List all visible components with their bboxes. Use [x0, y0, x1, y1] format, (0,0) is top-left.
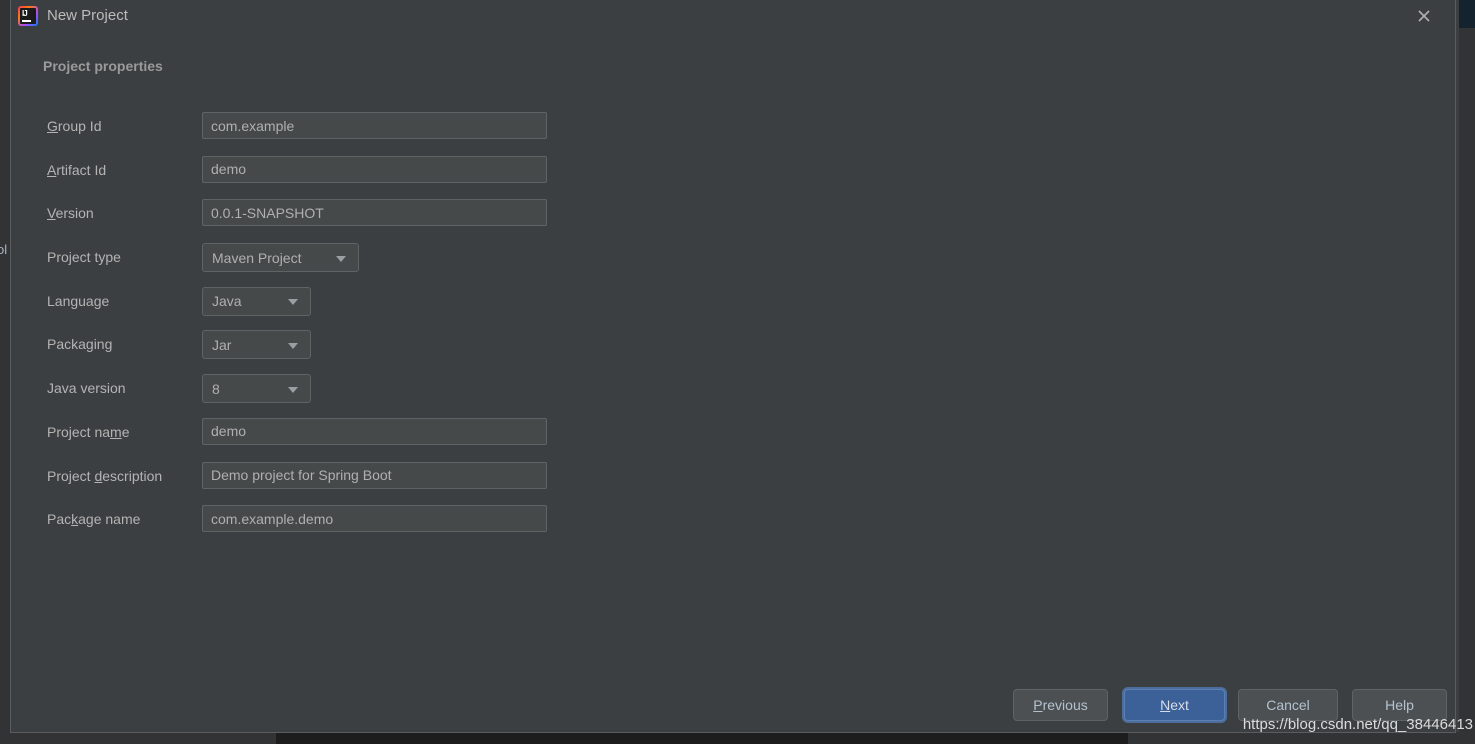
- form-row-project-name: Project name: [11, 417, 1455, 462]
- form-row-group-id: Group Id: [11, 112, 1455, 156]
- field-wrap-java-version: 8: [202, 374, 311, 404]
- label-java-version: Java version: [47, 380, 126, 397]
- form-row-packaging: Packaging Jar: [11, 330, 1455, 374]
- field-wrap-version: [202, 199, 547, 227]
- watermark-text: https://blog.csdn.net/qq_38446413: [1242, 716, 1473, 733]
- close-icon[interactable]: [1413, 5, 1435, 27]
- intellij-idea-logo-icon: IJ: [18, 6, 38, 26]
- next-button[interactable]: Next: [1124, 689, 1225, 721]
- project-properties-form: Group Id Artifact Id Version Project type Ma…: [11, 112, 1455, 549]
- page-title: Project properties: [43, 58, 163, 74]
- field-wrap-project-type: Maven Project: [202, 243, 359, 273]
- field-wrap-group-id: [202, 112, 547, 139]
- previous-button[interactable]: Previous: [1013, 689, 1108, 721]
- project-type-dropdown[interactable]: Maven Project: [202, 243, 359, 273]
- chevron-down-icon: [288, 299, 298, 306]
- language-value: Java: [212, 293, 242, 310]
- project-type-value: Maven Project: [212, 249, 302, 266]
- field-wrap-artifact-id: [202, 155, 547, 183]
- form-row-version: Version: [11, 199, 1455, 243]
- background-left-strip: [0, 0, 10, 744]
- label-project-type: Project type: [47, 249, 121, 266]
- group-id-input[interactable]: [202, 112, 547, 139]
- field-wrap-project-name: [202, 417, 547, 445]
- new-project-dialog: IJ New Project Project properties Group …: [10, 0, 1456, 733]
- form-row-java-version: Java version 8: [11, 374, 1455, 418]
- form-row-package-name: Package name: [11, 505, 1455, 549]
- chevron-down-icon: [336, 255, 346, 262]
- language-dropdown[interactable]: Java: [202, 286, 311, 316]
- field-wrap-project-description: [202, 461, 547, 489]
- label-package-name: Package name: [47, 511, 141, 528]
- label-project-name: Project name: [47, 423, 130, 440]
- project-name-input[interactable]: [202, 417, 547, 445]
- background-bottom-dark-region: [276, 732, 1128, 744]
- artifact-id-input[interactable]: [202, 155, 547, 183]
- field-wrap-package-name: [202, 505, 547, 533]
- form-row-project-description: Project description: [11, 461, 1455, 506]
- label-artifact-id: Artifact Id: [47, 161, 107, 178]
- background-left-text: ol: [0, 242, 8, 257]
- java-version-dropdown[interactable]: 8: [202, 374, 311, 404]
- form-row-language: Language Java: [11, 286, 1455, 331]
- project-description-input[interactable]: [202, 461, 547, 489]
- form-row-project-type: Project type Maven Project: [11, 243, 1455, 287]
- label-packaging: Packaging: [47, 336, 113, 353]
- dialog-title: New Project: [47, 7, 128, 24]
- label-language: Language: [47, 292, 110, 309]
- form-row-artifact-id: Artifact Id: [11, 155, 1455, 200]
- chevron-down-icon: [288, 342, 298, 349]
- background-top-right-accent: [1459, 0, 1475, 28]
- java-version-value: 8: [212, 380, 220, 397]
- packaging-value: Jar: [212, 336, 232, 353]
- chevron-down-icon: [288, 386, 298, 393]
- dialog-button-bar: Previous Next Cancel Help: [11, 689, 1455, 732]
- background-right-strip: [1459, 28, 1475, 732]
- field-wrap-packaging: Jar: [202, 330, 311, 360]
- label-group-id: Group Id: [47, 118, 102, 134]
- label-version: Version: [47, 205, 94, 222]
- field-wrap-language: Java: [202, 286, 311, 316]
- packaging-dropdown[interactable]: Jar: [202, 330, 311, 360]
- package-name-input[interactable]: [202, 505, 547, 533]
- label-project-description: Project description: [47, 467, 163, 484]
- version-input[interactable]: [202, 199, 547, 227]
- dialog-titlebar: IJ New Project: [11, 0, 1455, 33]
